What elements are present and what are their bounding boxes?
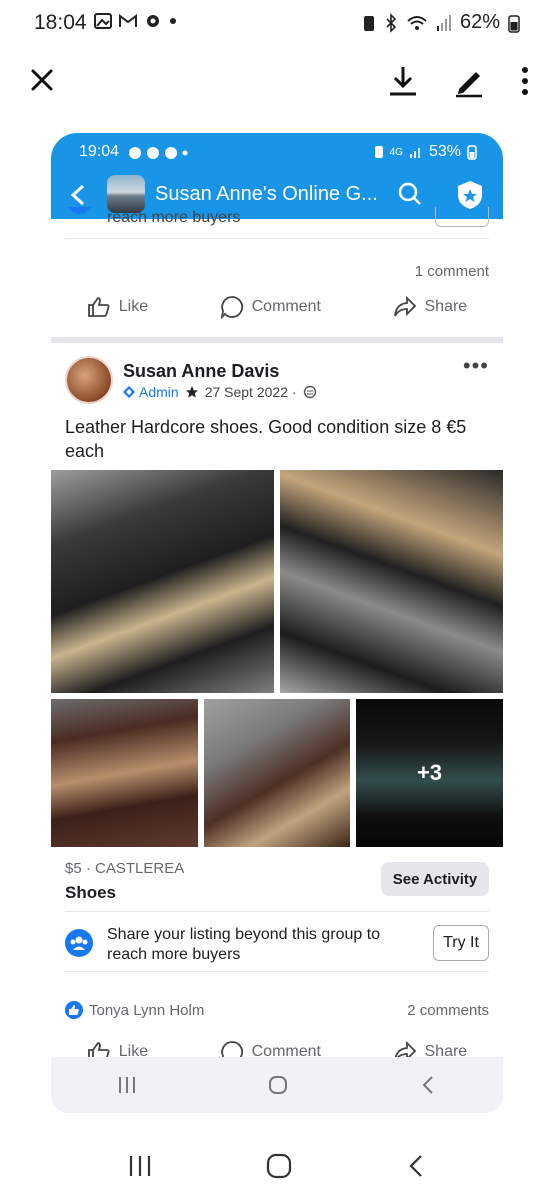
signal-icon xyxy=(436,14,451,31)
bluetooth-icon xyxy=(386,12,397,33)
more-vertical-icon[interactable] xyxy=(520,64,530,98)
inner-battery-percent: 53% xyxy=(428,143,461,160)
search-icon[interactable] xyxy=(397,181,423,207)
author-avatar[interactable] xyxy=(65,356,113,404)
inner-recents-icon xyxy=(118,1077,135,1093)
comment-button[interactable]: Comment xyxy=(220,295,321,319)
inner-battery-saver-icon xyxy=(374,146,383,158)
back-icon[interactable] xyxy=(404,1152,428,1180)
edit-pen-icon[interactable] xyxy=(454,64,484,98)
home-icon[interactable] xyxy=(265,1152,293,1180)
photo-1[interactable] xyxy=(51,470,274,693)
group-people-icon xyxy=(65,929,93,957)
recents-icon[interactable] xyxy=(126,1154,154,1178)
comment-label: Comment xyxy=(251,298,321,315)
screenshot-preview: 19:04 4G 53% Susan Anne's Online G... re… xyxy=(51,133,503,1113)
admin-label: Admin xyxy=(139,384,179,400)
like-icon xyxy=(87,297,110,317)
star-badge-icon xyxy=(185,386,198,398)
photo-5[interactable]: +3 xyxy=(356,699,503,847)
author-name[interactable]: Susan Anne Davis xyxy=(123,361,279,382)
battery-icon xyxy=(508,14,520,33)
see-activity-button[interactable]: See Activity xyxy=(381,862,489,896)
divider xyxy=(65,971,489,972)
photo-3[interactable] xyxy=(51,699,198,847)
listing-title: Shoes xyxy=(65,883,117,902)
group-thumbnail[interactable] xyxy=(107,175,145,213)
inner-notification-icons xyxy=(129,147,188,159)
network-type: 4G xyxy=(389,146,403,158)
share-button[interactable]: Share xyxy=(393,296,468,318)
inner-battery-icon xyxy=(467,145,477,160)
privacy-globe-icon xyxy=(303,385,316,399)
post-separator xyxy=(51,337,503,343)
notification-icons xyxy=(94,12,178,30)
viewer-tools xyxy=(388,64,530,98)
dot-icon xyxy=(170,18,176,24)
inner-status-right: 4G 53% xyxy=(374,143,477,161)
post-meta: Admin 27 Sept 2022 · xyxy=(123,384,317,400)
share-icon xyxy=(393,296,416,317)
wifi-icon xyxy=(407,15,427,30)
photo-2[interactable] xyxy=(280,470,503,693)
divider xyxy=(65,238,489,239)
previous-try-it-button[interactable] xyxy=(435,207,489,227)
share-listing-icon-partial xyxy=(67,207,91,214)
reaction-summary[interactable]: Tonya Lynn Holm xyxy=(65,1001,204,1019)
inner-back-icon xyxy=(422,1076,434,1094)
previous-action-row: Like Comment Share xyxy=(51,289,503,325)
listing-price-location: $5 · CASTLEREA xyxy=(65,860,185,877)
inner-status-bar: 19:04 4G 53% xyxy=(51,133,503,171)
group-feed: reach more buyers 1 comment Like Comment… xyxy=(51,207,503,1113)
outer-battery-percent: 62% xyxy=(459,11,500,33)
gallery-icon xyxy=(94,13,112,29)
like-button[interactable]: Like xyxy=(87,296,148,318)
share-listing-prompt: Share your listing beyond this group to … xyxy=(51,915,503,975)
reactor-name: Tonya Lynn Holm xyxy=(89,1001,205,1019)
outer-status-right: 62% xyxy=(362,11,520,34)
more-photos-overlay: +3 xyxy=(356,699,503,847)
inner-nav-bar xyxy=(51,1057,503,1113)
back-arrow-icon[interactable] xyxy=(69,183,87,207)
previous-comment-count[interactable]: 1 comment xyxy=(415,263,489,280)
group-title[interactable]: Susan Anne's Online G... xyxy=(155,183,378,206)
gmail-icon xyxy=(119,14,137,27)
settings-gear-icon xyxy=(147,15,159,27)
like-reaction-icon xyxy=(65,1001,83,1019)
outer-clock: 18:04 xyxy=(34,11,87,34)
close-icon[interactable] xyxy=(26,64,58,96)
system-nav-bar xyxy=(0,1140,554,1192)
admin-diamond-icon xyxy=(123,386,135,398)
post-options-icon[interactable]: ••• xyxy=(463,353,489,379)
post-date[interactable]: 27 Sept 2022 · xyxy=(205,384,297,400)
post-comment-count[interactable]: 2 comments xyxy=(407,1002,489,1019)
admin-badge: Admin xyxy=(123,384,179,400)
inner-signal-icon xyxy=(409,148,420,158)
inner-clock: 19:04 xyxy=(79,143,120,160)
post-body: Leather Hardcore shoes. Good condition s… xyxy=(65,417,467,461)
divider xyxy=(65,911,489,912)
battery-saver-icon xyxy=(363,15,374,31)
outer-status-bar: 18:04 62% xyxy=(0,0,554,46)
previous-share-text: reach more buyers xyxy=(107,209,241,226)
download-icon[interactable] xyxy=(388,64,418,98)
comment-icon xyxy=(220,296,243,319)
try-it-button[interactable]: Try It xyxy=(433,925,489,961)
photo-4[interactable] xyxy=(204,699,350,847)
share-label: Share xyxy=(424,298,468,315)
like-label: Like xyxy=(118,298,149,315)
share-listing-text: Share your listing beyond this group to … xyxy=(107,926,381,963)
viewer-toolbar xyxy=(0,56,554,112)
inner-home-icon xyxy=(268,1076,287,1094)
